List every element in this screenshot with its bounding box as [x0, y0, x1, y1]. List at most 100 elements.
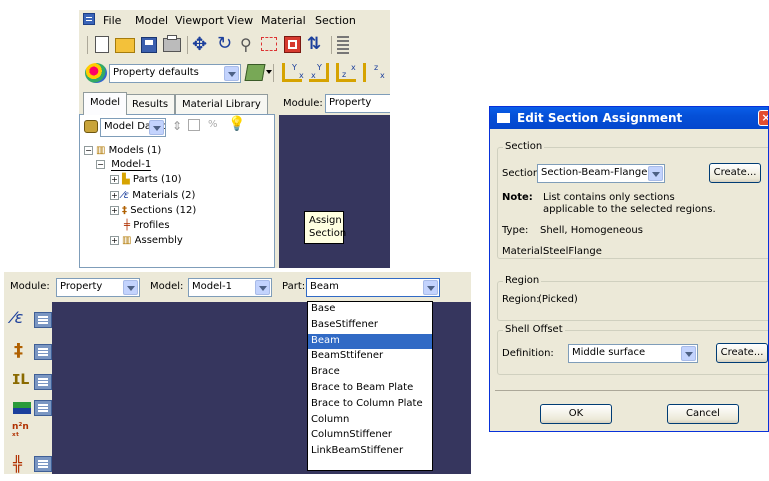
chevron-down-icon[interactable] [255, 280, 270, 295]
dialog-title-bar[interactable]: Edit Section Assignment × [490, 107, 768, 129]
part-option[interactable]: Brace to Beam Plate [308, 381, 432, 397]
new-file-icon[interactable] [95, 36, 109, 53]
part-option[interactable]: Column [308, 413, 432, 429]
assembly-icon: ▥ [122, 235, 132, 246]
part-option[interactable]: Brace to Column Plate [308, 397, 432, 413]
tree-item-materials[interactable]: + ⁄ε Materials (2) [110, 190, 195, 204]
collapse-icon[interactable]: − [84, 145, 93, 155]
profile-manager-icon[interactable] [34, 374, 52, 390]
save-icon[interactable] [141, 37, 157, 53]
create-section-button[interactable]: Create... [709, 163, 761, 183]
viewport[interactable] [279, 115, 390, 268]
chevron-down-icon[interactable] [123, 280, 138, 295]
materials-icon: ⁄ε [122, 190, 130, 201]
part-option[interactable]: BeamSttifener [308, 349, 432, 365]
chevron-down-icon[interactable] [149, 120, 164, 135]
expand-all-icon[interactable] [188, 119, 200, 131]
tree-item-parts[interactable]: + ▙ Parts (10) [110, 174, 182, 188]
sort-icon[interactable]: ⇕ [172, 119, 182, 133]
part-option[interactable]: ColumnStiffener [308, 428, 432, 444]
material-label: Material: [502, 246, 546, 257]
material-manager-icon[interactable] [34, 312, 52, 328]
box-zoom-icon[interactable] [261, 37, 277, 51]
menu-view[interactable]: View [227, 14, 253, 27]
magnify-icon[interactable]: ⚲ [240, 35, 252, 54]
chevron-down-icon[interactable] [681, 346, 696, 361]
tab-model[interactable]: Model [83, 92, 128, 115]
create-offset-button[interactable]: Create... [716, 343, 768, 363]
definition-combo[interactable]: Middle surface [568, 344, 698, 363]
toolbar-standard: ✥ ↻ ⚲ ⇅ [79, 32, 390, 58]
tooltip-line: Section [309, 228, 347, 239]
menu-file[interactable]: File [103, 14, 121, 27]
cancel-button[interactable]: Cancel [667, 404, 739, 424]
view-front-icon[interactable]: Yx [282, 63, 304, 82]
menu-section[interactable]: Section [315, 14, 356, 27]
color-code-combo[interactable]: Property defaults [109, 64, 241, 83]
part-combo[interactable]: Beam [306, 278, 440, 297]
create-inertia-icon[interactable]: ╬ [13, 455, 22, 473]
note-label: Note: [502, 192, 533, 203]
view-top-icon[interactable]: zx [336, 63, 356, 82]
model-combo[interactable]: Model-1 [188, 278, 272, 297]
pan-icon[interactable]: ✥ [192, 34, 207, 55]
part-option[interactable]: Beam [308, 333, 432, 350]
app-menu-icon[interactable] [83, 13, 95, 25]
create-profile-icon[interactable]: ⵊL [12, 372, 29, 388]
tree-item-profiles[interactable]: ╪ Profiles [124, 220, 170, 234]
print-icon[interactable] [163, 35, 181, 52]
color-code-value: Property defaults [113, 67, 199, 78]
auto-fit-icon[interactable] [284, 36, 301, 53]
part-option[interactable]: Base [308, 302, 432, 318]
inertia-manager-icon[interactable] [34, 456, 52, 472]
rotate-icon[interactable]: ↻ [217, 33, 232, 54]
create-material-icon[interactable]: ⁄ε [12, 308, 23, 327]
expand-icon[interactable]: + [110, 205, 119, 215]
part-dropdown-list[interactable]: Base BaseStiffener Beam BeamSttifener Brace B… [307, 301, 433, 471]
chevron-down-icon[interactable] [423, 280, 438, 295]
part-option[interactable]: Brace [308, 365, 432, 381]
tree-item-assembly[interactable]: + ▥ Assembly [110, 235, 183, 249]
view-back-icon[interactable]: xY [309, 63, 329, 82]
chevron-down-icon[interactable] [224, 66, 239, 81]
database-icon [84, 120, 98, 133]
tree-item-model-1[interactable]: − Model-1 [96, 159, 152, 173]
tab-material-library[interactable]: Material Library [175, 94, 268, 114]
chevron-down-icon[interactable] [266, 70, 272, 74]
render-style-icon[interactable] [244, 64, 266, 81]
view-bottom-icon[interactable]: zx [363, 63, 385, 82]
expand-icon[interactable]: + [110, 235, 119, 245]
model-label: Model: [150, 281, 184, 292]
part-option[interactable]: LinkBeamStiffener [308, 444, 432, 460]
expand-icon[interactable]: + [110, 190, 119, 200]
menu-material[interactable]: Material [261, 14, 306, 27]
section-manager-icon[interactable] [34, 344, 52, 360]
menu-model[interactable]: Model [135, 14, 168, 27]
menu-viewport[interactable]: Viewport [175, 14, 224, 27]
tree-item-models[interactable]: − ▥ Models (1) [84, 145, 161, 159]
chevron-down-icon[interactable] [648, 166, 663, 181]
toolbar-more-icon[interactable] [337, 36, 349, 54]
filter-icon[interactable]: % [208, 119, 218, 130]
section-assignment-manager-icon[interactable] [34, 400, 52, 416]
lightbulb-icon[interactable]: 💡 [228, 116, 245, 132]
part-label: Part: [282, 281, 306, 292]
part-option[interactable]: BaseStiffener [308, 318, 432, 334]
ok-button[interactable]: OK [540, 404, 612, 424]
assign-section-icon[interactable] [13, 402, 31, 414]
tree-filter-combo[interactable]: Model Datab [100, 118, 166, 137]
module-label: Module: [283, 98, 323, 109]
color-palette-icon[interactable] [85, 63, 107, 83]
create-section-icon[interactable]: ‡ [14, 340, 23, 361]
tab-results[interactable]: Results [125, 94, 176, 114]
collapse-icon[interactable]: − [96, 159, 105, 169]
close-icon[interactable]: × [758, 110, 768, 126]
assign-orientation-icon[interactable]: n²nˣᵗ [12, 422, 29, 442]
section-combo[interactable]: Section-Beam-Flange [537, 164, 665, 183]
open-folder-icon[interactable] [115, 38, 135, 53]
cycle-views-icon[interactable]: ⇅ [307, 34, 321, 54]
expand-icon[interactable]: + [110, 174, 119, 184]
module-combo[interactable]: Property [325, 94, 390, 113]
module-combo[interactable]: Property [56, 278, 140, 297]
tree-item-sections[interactable]: + ‡ Sections (12) [110, 205, 196, 219]
